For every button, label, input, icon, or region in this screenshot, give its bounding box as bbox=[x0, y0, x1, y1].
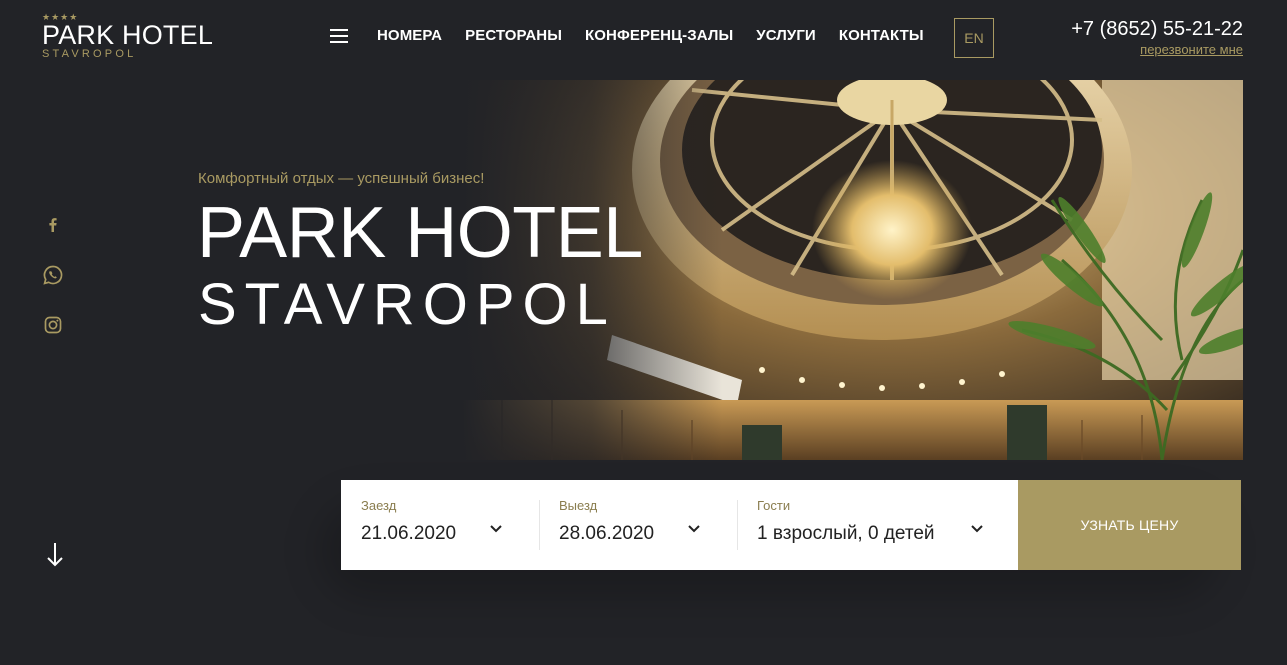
hotel-logo[interactable]: ★★★★ PARK HOTEL STAVROPOL bbox=[42, 12, 242, 60]
checkout-label: Выезд bbox=[559, 498, 598, 513]
nav-item-rooms[interactable]: НОМЕРА bbox=[377, 27, 442, 44]
checkin-date-field[interactable]: Заезд 21.06.2020 bbox=[341, 480, 539, 570]
logo-title: PARK HOTEL bbox=[42, 20, 214, 50]
nav-item-services[interactable]: УСЛУГИ bbox=[756, 27, 816, 44]
page: ★★★★ PARK HOTEL STAVROPOL НОМЕРА РЕСТОРА… bbox=[0, 0, 1287, 665]
guests-label: Гости bbox=[757, 498, 791, 513]
language-switch-button[interactable]: EN bbox=[954, 18, 994, 58]
guests-field[interactable]: Гости 1 взрослый, 0 детей bbox=[737, 480, 1018, 570]
chevron-down-icon bbox=[688, 525, 700, 533]
hero-subtitle: STAVROPOL bbox=[198, 272, 616, 337]
chevron-down-icon bbox=[971, 525, 983, 533]
nav-item-restaurants[interactable]: РЕСТОРАНЫ bbox=[465, 27, 562, 44]
hero-tagline: Комфортный отдых — успешный бизнес! bbox=[198, 170, 485, 187]
phone-number[interactable]: +7 (8652) 55-21-22 bbox=[1071, 17, 1243, 41]
nav-item-contacts[interactable]: КОНТАКТЫ bbox=[839, 27, 924, 44]
arrow-down-icon[interactable] bbox=[45, 541, 65, 569]
check-price-button[interactable]: УЗНАТЬ ЦЕНУ bbox=[1018, 480, 1241, 570]
checkout-date-field[interactable]: Выезд 28.06.2020 bbox=[539, 480, 737, 570]
instagram-icon[interactable] bbox=[42, 314, 64, 336]
social-links bbox=[42, 214, 64, 364]
whatsapp-icon[interactable] bbox=[42, 264, 64, 286]
chevron-down-icon bbox=[490, 525, 502, 533]
checkout-value: 28.06.2020 bbox=[559, 523, 655, 544]
main-nav: НОМЕРА РЕСТОРАНЫ КОНФЕРЕНЦ-ЗАЛЫ УСЛУГИ К… bbox=[377, 27, 947, 44]
hero-title: PARK HOTEL bbox=[197, 193, 643, 273]
booking-form: Заезд 21.06.2020 Выезд 28.06.2020 Гости … bbox=[341, 480, 1241, 570]
callback-link[interactable]: перезвоните мне bbox=[1071, 42, 1243, 57]
checkin-value: 21.06.2020 bbox=[361, 523, 457, 544]
facebook-icon[interactable] bbox=[42, 214, 64, 236]
nav-item-conference-halls[interactable]: КОНФЕРЕНЦ-ЗАЛЫ bbox=[585, 27, 733, 44]
hamburger-icon[interactable] bbox=[330, 29, 348, 43]
contact-block: +7 (8652) 55-21-22 перезвоните мне bbox=[1071, 17, 1243, 57]
checkin-label: Заезд bbox=[361, 498, 397, 513]
